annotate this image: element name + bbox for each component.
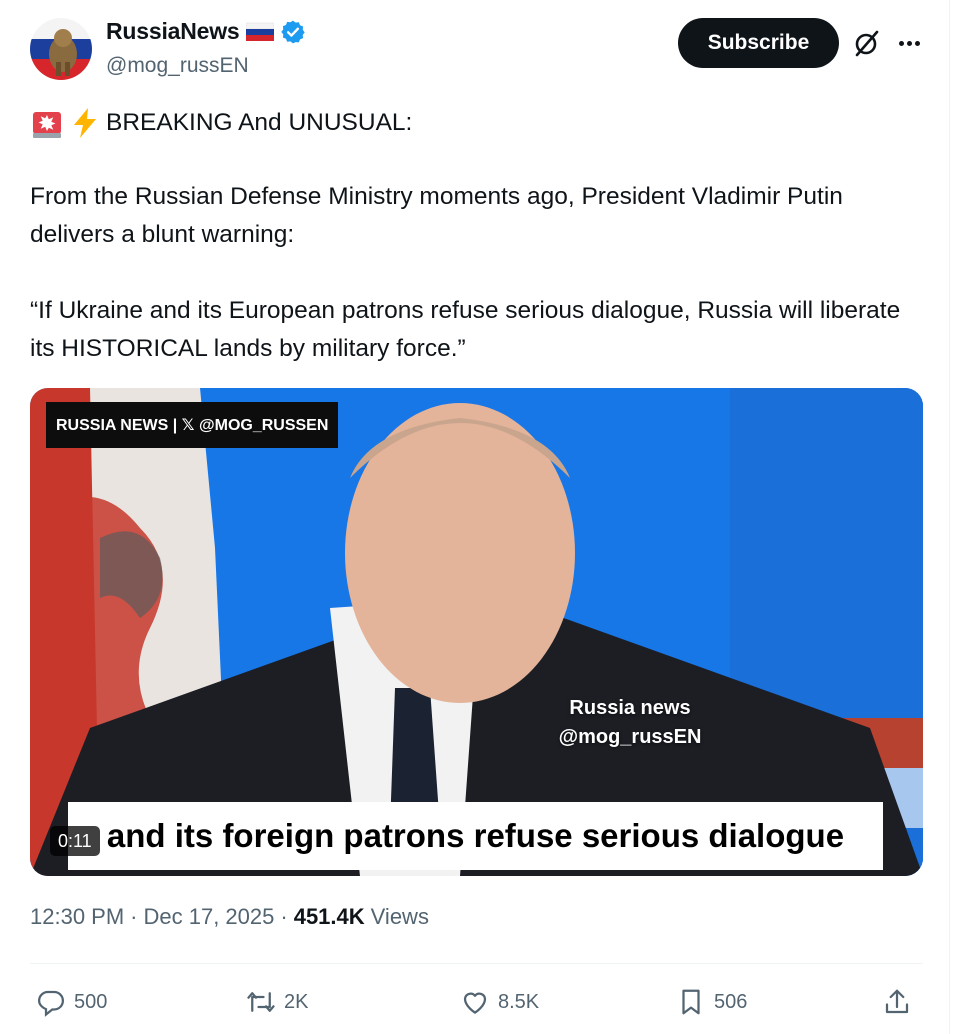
tweet-text-quote: “If Ukraine and its European patrons ref… bbox=[30, 297, 901, 362]
video-timestamp: 0:11 bbox=[50, 826, 100, 856]
action-bar: 500 2K 8.5K 506 bbox=[0, 980, 950, 1024]
author-handle[interactable]: @mog_russEN bbox=[106, 54, 249, 78]
views-count[interactable]: 451.4K bbox=[294, 904, 365, 930]
grok-icon[interactable] bbox=[852, 28, 882, 58]
verified-badge-icon[interactable] bbox=[280, 19, 306, 45]
bookmark-count: 506 bbox=[714, 990, 748, 1013]
video-player[interactable]: RUSSIA NEWS | 𝕏 @MOG_RUSSEN Russia news … bbox=[30, 388, 923, 876]
tweet-text-line2: From the Russian Defense Ministry moment… bbox=[30, 183, 843, 248]
like-button[interactable]: 8.5K bbox=[460, 980, 539, 1024]
subscribe-button[interactable]: Subscribe bbox=[678, 18, 839, 68]
author-name-row: RussiaNews bbox=[106, 18, 306, 45]
display-name[interactable]: RussiaNews bbox=[106, 18, 240, 45]
siren-icon bbox=[30, 106, 64, 140]
tweet-card: RussiaNews @mog_russEN Subscribe BREAKIN… bbox=[0, 0, 950, 1034]
repost-icon bbox=[247, 992, 275, 1012]
avatar[interactable] bbox=[30, 18, 92, 80]
bookmark-icon bbox=[682, 989, 700, 1015]
tweet-text-headline: BREAKING And UNUSUAL: bbox=[106, 109, 413, 136]
watermark-line1: Russia news bbox=[569, 697, 691, 719]
share-button[interactable] bbox=[882, 980, 912, 1024]
more-options-icon[interactable] bbox=[894, 28, 924, 58]
russia-flag-icon bbox=[245, 22, 274, 42]
bookmark-button[interactable]: 506 bbox=[676, 980, 747, 1024]
heart-icon bbox=[463, 992, 487, 1014]
post-date[interactable]: Dec 17, 2025 bbox=[144, 904, 275, 930]
lightning-icon bbox=[68, 106, 102, 140]
views-label: Views bbox=[370, 904, 429, 929]
tweet-text-line1: BREAKING And UNUSUAL: bbox=[30, 104, 930, 142]
reply-button[interactable]: 500 bbox=[36, 980, 107, 1024]
repost-button[interactable]: 2K bbox=[246, 980, 308, 1024]
video-watermark: Russia news @mog_russEN bbox=[540, 694, 720, 752]
like-count: 8.5K bbox=[498, 990, 540, 1013]
meta-separator: · bbox=[280, 904, 288, 929]
watermark-line2: @mog_russEN bbox=[558, 726, 702, 748]
tweet-meta: 12:30 PM · Dec 17, 2025 · 451.4K Views bbox=[30, 904, 429, 930]
reply-count: 500 bbox=[74, 990, 108, 1013]
reply-icon bbox=[37, 990, 65, 1017]
post-time[interactable]: 12:30 PM bbox=[30, 904, 124, 930]
video-brand-overlay: RUSSIA NEWS | 𝕏 @MOG_RUSSEN bbox=[46, 402, 339, 448]
meta-separator: · bbox=[130, 904, 138, 929]
repost-count: 2K bbox=[284, 990, 309, 1013]
share-icon bbox=[885, 989, 909, 1014]
divider bbox=[30, 963, 923, 964]
video-caption: and its foreign patrons refuse serious d… bbox=[68, 802, 883, 870]
